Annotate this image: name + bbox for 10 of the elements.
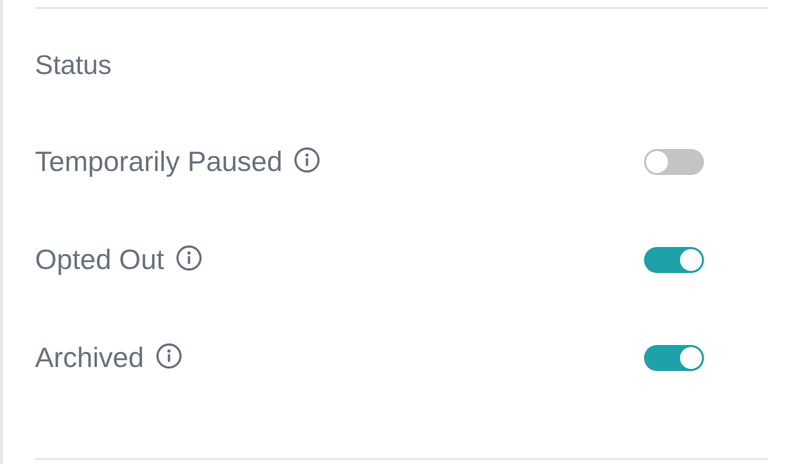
section-title: Status [35, 49, 113, 81]
setting-label: Temporarily Paused [35, 145, 282, 179]
toggle-switch[interactable] [644, 247, 704, 273]
toggle-switch[interactable] [644, 345, 704, 371]
info-icon[interactable] [294, 147, 320, 173]
toggle-switch[interactable] [644, 149, 704, 175]
info-icon[interactable] [176, 245, 202, 271]
info-icon[interactable] [156, 343, 182, 369]
setting-label: Opted Out [35, 243, 164, 277]
setting-label: Archived [35, 341, 144, 375]
